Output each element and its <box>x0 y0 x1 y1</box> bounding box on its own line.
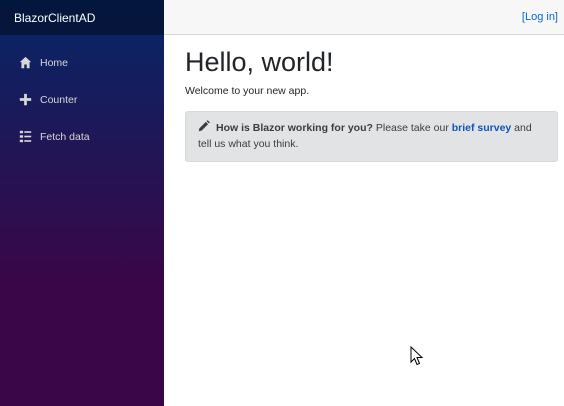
survey-prompt: How is Blazor working for you? Please ta… <box>185 111 558 162</box>
welcome-text: Welcome to your new app. <box>185 85 310 97</box>
home-icon <box>18 56 32 70</box>
pencil-icon <box>198 120 210 132</box>
survey-text-before: Please take our <box>372 122 452 134</box>
brief-survey-link[interactable]: brief survey <box>452 122 512 134</box>
sidebar-item-counter[interactable]: Counter <box>0 81 164 118</box>
brand-bar: BlazorClientAD <box>0 0 164 35</box>
app-brand[interactable]: BlazorClientAD <box>14 11 95 25</box>
top-bar: [Log in] <box>164 0 564 35</box>
survey-question: How is Blazor working for you? <box>216 122 373 134</box>
mouse-cursor-icon <box>410 346 424 366</box>
login-link[interactable]: [Log in] <box>522 11 558 23</box>
nav-menu: Home Counter Fetch data <box>0 44 164 155</box>
main-content: Hello, world! Welcome to your new app. H… <box>185 44 558 162</box>
sidebar: BlazorClientAD Home Counter Fetch data <box>0 0 164 406</box>
sidebar-item-label: Counter <box>40 93 78 106</box>
sidebar-item-home[interactable]: Home <box>0 44 164 81</box>
list-icon <box>18 130 32 144</box>
page-title: Hello, world! <box>185 47 334 77</box>
sidebar-item-label: Fetch data <box>40 130 90 143</box>
sidebar-item-fetch-data[interactable]: Fetch data <box>0 118 164 155</box>
sidebar-item-label: Home <box>40 56 69 69</box>
plus-icon <box>18 93 32 107</box>
